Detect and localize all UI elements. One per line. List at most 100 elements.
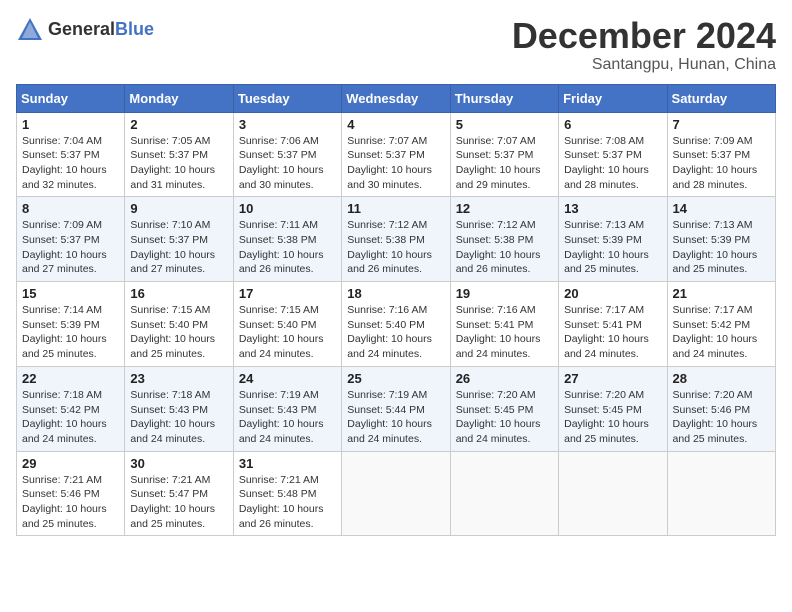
day-cell-11: 11 Sunrise: 7:12 AM Sunset: 5:38 PM Dayli… bbox=[342, 197, 450, 282]
day-info: Sunrise: 7:07 AM Sunset: 5:37 PM Dayligh… bbox=[347, 134, 444, 193]
day-info: Sunrise: 7:16 AM Sunset: 5:41 PM Dayligh… bbox=[456, 303, 553, 362]
week-row-1: 1 Sunrise: 7:04 AM Sunset: 5:37 PM Daylig… bbox=[17, 112, 776, 197]
day-info: Sunrise: 7:17 AM Sunset: 5:42 PM Dayligh… bbox=[673, 303, 770, 362]
day-cell-8: 8Sunrise: 7:09 AM Sunset: 5:37 PM Daylig… bbox=[17, 197, 125, 282]
weekday-header-wednesday: Wednesday bbox=[342, 84, 450, 112]
week-row-5: 29 Sunrise: 7:21 AM Sunset: 5:46 PM Dayli… bbox=[17, 451, 776, 536]
day-number: 6 bbox=[564, 117, 661, 132]
month-title: December 2024 bbox=[512, 16, 776, 56]
day-cell-3: 3 Sunrise: 7:06 AM Sunset: 5:37 PM Daylig… bbox=[233, 112, 341, 197]
day-info: Sunrise: 7:04 AM Sunset: 5:37 PM Dayligh… bbox=[22, 134, 119, 193]
day-info: Sunrise: 7:20 AM Sunset: 5:46 PM Dayligh… bbox=[673, 388, 770, 447]
day-cell-10: 10 Sunrise: 7:11 AM Sunset: 5:38 PM Dayli… bbox=[233, 197, 341, 282]
day-number: 20 bbox=[564, 286, 661, 301]
title-area: December 2024 Santangpu, Hunan, China bbox=[512, 16, 776, 74]
weekday-header-tuesday: Tuesday bbox=[233, 84, 341, 112]
day-number: 11 bbox=[347, 201, 444, 216]
day-number: 27 bbox=[564, 371, 661, 386]
day-number: 29 bbox=[22, 456, 119, 471]
day-info: Sunrise: 7:20 AM Sunset: 5:45 PM Dayligh… bbox=[456, 388, 553, 447]
day-info: Sunrise: 7:07 AM Sunset: 5:37 PM Dayligh… bbox=[456, 134, 553, 193]
weekday-header-thursday: Thursday bbox=[450, 84, 558, 112]
day-cell-4: 4 Sunrise: 7:07 AM Sunset: 5:37 PM Daylig… bbox=[342, 112, 450, 197]
calendar-table: SundayMondayTuesdayWednesdayThursdayFrid… bbox=[16, 84, 776, 537]
week-row-4: 22Sunrise: 7:18 AM Sunset: 5:42 PM Dayli… bbox=[17, 366, 776, 451]
day-info: Sunrise: 7:06 AM Sunset: 5:37 PM Dayligh… bbox=[239, 134, 336, 193]
week-row-3: 15Sunrise: 7:14 AM Sunset: 5:39 PM Dayli… bbox=[17, 282, 776, 367]
day-info: Sunrise: 7:11 AM Sunset: 5:38 PM Dayligh… bbox=[239, 218, 336, 277]
day-cell-18: 18 Sunrise: 7:16 AM Sunset: 5:40 PM Dayli… bbox=[342, 282, 450, 367]
day-info: Sunrise: 7:14 AM Sunset: 5:39 PM Dayligh… bbox=[22, 303, 119, 362]
day-info: Sunrise: 7:16 AM Sunset: 5:40 PM Dayligh… bbox=[347, 303, 444, 362]
day-cell-17: 17 Sunrise: 7:15 AM Sunset: 5:40 PM Dayli… bbox=[233, 282, 341, 367]
empty-cell bbox=[342, 451, 450, 536]
day-info: Sunrise: 7:21 AM Sunset: 5:46 PM Dayligh… bbox=[22, 473, 119, 532]
day-number: 26 bbox=[456, 371, 553, 386]
day-cell-21: 21 Sunrise: 7:17 AM Sunset: 5:42 PM Dayli… bbox=[667, 282, 775, 367]
day-number: 22 bbox=[22, 371, 119, 386]
day-number: 10 bbox=[239, 201, 336, 216]
day-info: Sunrise: 7:17 AM Sunset: 5:41 PM Dayligh… bbox=[564, 303, 661, 362]
day-info: Sunrise: 7:13 AM Sunset: 5:39 PM Dayligh… bbox=[564, 218, 661, 277]
day-number: 4 bbox=[347, 117, 444, 132]
weekday-header-sunday: Sunday bbox=[17, 84, 125, 112]
day-cell-23: 23Sunrise: 7:18 AM Sunset: 5:43 PM Dayli… bbox=[125, 366, 233, 451]
day-cell-7: 7 Sunrise: 7:09 AM Sunset: 5:37 PM Daylig… bbox=[667, 112, 775, 197]
day-number: 31 bbox=[239, 456, 336, 471]
day-cell-14: 14 Sunrise: 7:13 AM Sunset: 5:39 PM Dayli… bbox=[667, 197, 775, 282]
day-number: 18 bbox=[347, 286, 444, 301]
day-number: 28 bbox=[673, 371, 770, 386]
day-number: 3 bbox=[239, 117, 336, 132]
day-number: 16 bbox=[130, 286, 227, 301]
weekday-header-friday: Friday bbox=[559, 84, 667, 112]
day-number: 9 bbox=[130, 201, 227, 216]
day-cell-13: 13 Sunrise: 7:13 AM Sunset: 5:39 PM Dayli… bbox=[559, 197, 667, 282]
day-number: 25 bbox=[347, 371, 444, 386]
day-info: Sunrise: 7:05 AM Sunset: 5:37 PM Dayligh… bbox=[130, 134, 227, 193]
week-row-2: 8Sunrise: 7:09 AM Sunset: 5:37 PM Daylig… bbox=[17, 197, 776, 282]
day-cell-22: 22Sunrise: 7:18 AM Sunset: 5:42 PM Dayli… bbox=[17, 366, 125, 451]
weekday-header-saturday: Saturday bbox=[667, 84, 775, 112]
day-cell-6: 6Sunrise: 7:08 AM Sunset: 5:37 PM Daylig… bbox=[559, 112, 667, 197]
empty-cell bbox=[667, 451, 775, 536]
day-info: Sunrise: 7:09 AM Sunset: 5:37 PM Dayligh… bbox=[673, 134, 770, 193]
logo-general: GeneralBlue bbox=[48, 20, 154, 40]
day-cell-26: 26 Sunrise: 7:20 AM Sunset: 5:45 PM Dayli… bbox=[450, 366, 558, 451]
weekday-header-row: SundayMondayTuesdayWednesdayThursdayFrid… bbox=[17, 84, 776, 112]
weekday-header-monday: Monday bbox=[125, 84, 233, 112]
day-number: 21 bbox=[673, 286, 770, 301]
day-info: Sunrise: 7:18 AM Sunset: 5:43 PM Dayligh… bbox=[130, 388, 227, 447]
empty-cell bbox=[559, 451, 667, 536]
day-cell-24: 24Sunrise: 7:19 AM Sunset: 5:43 PM Dayli… bbox=[233, 366, 341, 451]
day-info: Sunrise: 7:13 AM Sunset: 5:39 PM Dayligh… bbox=[673, 218, 770, 277]
day-cell-25: 25 Sunrise: 7:19 AM Sunset: 5:44 PM Dayli… bbox=[342, 366, 450, 451]
day-info: Sunrise: 7:12 AM Sunset: 5:38 PM Dayligh… bbox=[456, 218, 553, 277]
day-info: Sunrise: 7:10 AM Sunset: 5:37 PM Dayligh… bbox=[130, 218, 227, 277]
day-number: 5 bbox=[456, 117, 553, 132]
day-number: 12 bbox=[456, 201, 553, 216]
day-info: Sunrise: 7:15 AM Sunset: 5:40 PM Dayligh… bbox=[130, 303, 227, 362]
day-cell-12: 12 Sunrise: 7:12 AM Sunset: 5:38 PM Dayli… bbox=[450, 197, 558, 282]
day-cell-9: 9 Sunrise: 7:10 AM Sunset: 5:37 PM Daylig… bbox=[125, 197, 233, 282]
day-number: 14 bbox=[673, 201, 770, 216]
empty-cell bbox=[450, 451, 558, 536]
logo-icon bbox=[16, 16, 44, 44]
day-number: 2 bbox=[130, 117, 227, 132]
location-title: Santangpu, Hunan, China bbox=[512, 56, 776, 74]
day-number: 30 bbox=[130, 456, 227, 471]
day-number: 13 bbox=[564, 201, 661, 216]
day-cell-19: 19 Sunrise: 7:16 AM Sunset: 5:41 PM Dayli… bbox=[450, 282, 558, 367]
day-info: Sunrise: 7:12 AM Sunset: 5:38 PM Dayligh… bbox=[347, 218, 444, 277]
day-cell-20: 20 Sunrise: 7:17 AM Sunset: 5:41 PM Dayli… bbox=[559, 282, 667, 367]
day-cell-5: 5 Sunrise: 7:07 AM Sunset: 5:37 PM Daylig… bbox=[450, 112, 558, 197]
day-cell-31: 31Sunrise: 7:21 AM Sunset: 5:48 PM Dayli… bbox=[233, 451, 341, 536]
day-info: Sunrise: 7:19 AM Sunset: 5:44 PM Dayligh… bbox=[347, 388, 444, 447]
day-cell-15: 15Sunrise: 7:14 AM Sunset: 5:39 PM Dayli… bbox=[17, 282, 125, 367]
day-number: 19 bbox=[456, 286, 553, 301]
day-info: Sunrise: 7:15 AM Sunset: 5:40 PM Dayligh… bbox=[239, 303, 336, 362]
day-info: Sunrise: 7:21 AM Sunset: 5:47 PM Dayligh… bbox=[130, 473, 227, 532]
day-number: 1 bbox=[22, 117, 119, 132]
day-number: 7 bbox=[673, 117, 770, 132]
day-info: Sunrise: 7:20 AM Sunset: 5:45 PM Dayligh… bbox=[564, 388, 661, 447]
day-number: 17 bbox=[239, 286, 336, 301]
